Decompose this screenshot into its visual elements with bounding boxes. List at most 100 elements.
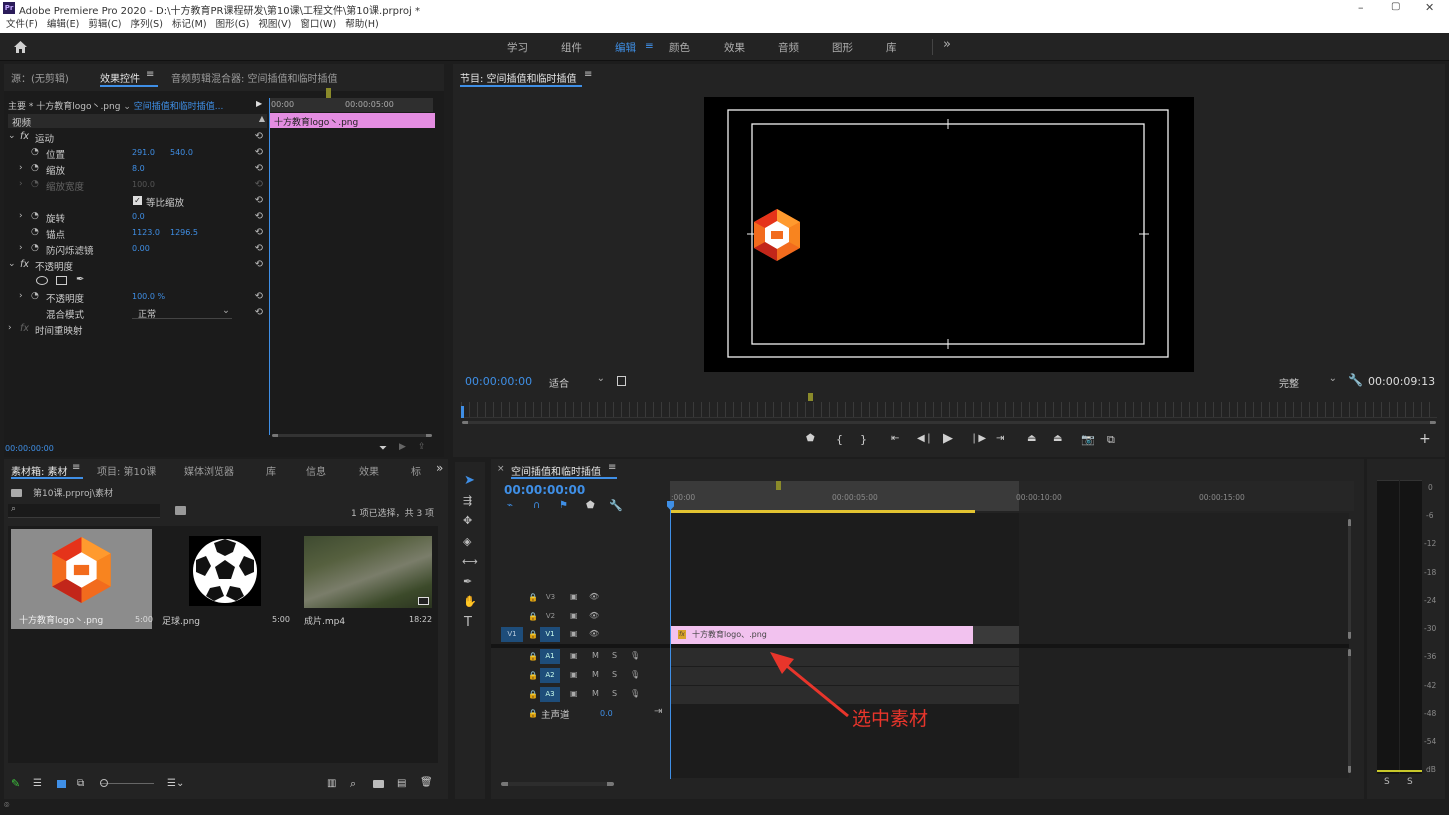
stopwatch-icon[interactable]: ◔ xyxy=(31,163,39,173)
menu-marker[interactable]: 标记(M) xyxy=(172,17,207,33)
menu-sequence[interactable]: 序列(S) xyxy=(130,17,162,33)
lock-icon[interactable]: 🔒 xyxy=(528,630,538,639)
solo-button[interactable]: S xyxy=(612,689,617,698)
tab-effect-controls[interactable]: 效果控件 xyxy=(100,70,140,85)
go-to-in-icon[interactable]: ⇤ xyxy=(891,433,899,444)
program-menu-icon[interactable]: ≡ xyxy=(584,69,592,80)
marker-icon[interactable]: ⬟ xyxy=(586,500,595,511)
expand-time-remap-icon[interactable]: › xyxy=(8,323,12,333)
workspace-graphics[interactable]: 图形 xyxy=(832,40,853,55)
menu-edit[interactable]: 编辑(E) xyxy=(47,17,79,33)
play-only-icon[interactable]: ▶ xyxy=(256,99,262,108)
tab-effect-controls-menu-icon[interactable]: ≡ xyxy=(146,69,154,80)
lift-icon[interactable]: ⏏ xyxy=(1027,433,1036,444)
sync-lock-icon[interactable]: ▣ xyxy=(570,689,578,698)
timeline-timecode[interactable]: 00:00:00:00 xyxy=(504,483,585,497)
mic-icon[interactable]: 🎙 xyxy=(630,670,640,679)
program-monitor-title[interactable]: 节目: 空间插值和临时插值 xyxy=(460,70,577,85)
reset-position-icon[interactable]: ⟲ xyxy=(255,147,263,158)
hand-tool-icon[interactable]: ✋ xyxy=(463,595,477,608)
extract-icon[interactable]: ⏏ xyxy=(1053,433,1062,444)
mute-button[interactable]: M xyxy=(592,689,599,698)
timeline-vertical-scroll[interactable] xyxy=(1348,519,1351,639)
mute-button[interactable]: M xyxy=(592,651,599,660)
tab-info[interactable]: 信息 xyxy=(306,463,326,478)
find-icon[interactable]: ⌕ xyxy=(350,777,356,791)
step-back-icon[interactable]: ◀❘ xyxy=(917,433,933,444)
lock-icon[interactable]: 🔒 xyxy=(528,709,538,718)
mic-icon[interactable]: 🎙 xyxy=(630,651,640,660)
sequence-menu-icon[interactable]: ≡ xyxy=(608,462,616,473)
maximize-button[interactable]: ▢ xyxy=(1391,1,1400,12)
new-search-bin-icon[interactable] xyxy=(175,506,186,515)
workspace-editing[interactable]: 编辑 xyxy=(615,40,636,55)
reset-motion-icon[interactable]: ⟲ xyxy=(255,131,263,142)
pencil-icon[interactable]: ✎ xyxy=(11,777,20,790)
solo-right-button[interactable]: S xyxy=(1407,777,1413,787)
menu-help[interactable]: 帮助(H) xyxy=(345,17,379,33)
lock-icon[interactable]: 🔒 xyxy=(528,671,538,680)
expand-opacity-icon[interactable]: ⌄ xyxy=(8,259,16,269)
automate-to-sequence-icon[interactable]: ▥ xyxy=(327,778,336,789)
program-time-ruler[interactable] xyxy=(461,402,1437,418)
sync-lock-icon[interactable]: ▣ xyxy=(570,670,578,679)
wrench-icon[interactable]: 🔧 xyxy=(1348,373,1363,387)
opacity-value[interactable]: 100.0 % xyxy=(132,292,165,301)
tab-markers[interactable]: 标 xyxy=(411,463,421,478)
trash-icon[interactable]: 🗑 xyxy=(420,777,433,788)
razor-tool-icon[interactable]: ◈ xyxy=(463,535,471,548)
expand-motion-icon[interactable]: ⌄ xyxy=(8,131,16,141)
reset-antiflicker-icon[interactable]: ⟲ xyxy=(255,243,263,254)
new-bin-icon[interactable] xyxy=(373,780,384,788)
type-tool-icon[interactable]: T xyxy=(464,615,472,630)
lock-icon[interactable]: 🔒 xyxy=(528,612,538,621)
stopwatch-icon[interactable]: ◔ xyxy=(31,243,39,253)
sync-lock-icon[interactable]: ▣ xyxy=(570,651,578,660)
lock-icon[interactable]: 🔒 xyxy=(528,652,538,661)
reset-uniform-icon[interactable]: ⟲ xyxy=(255,195,263,206)
pen-tool-icon[interactable]: ✒ xyxy=(463,575,472,588)
logo-image[interactable] xyxy=(753,209,801,261)
tab-bin[interactable]: 素材箱: 素材 xyxy=(11,463,68,478)
project-item-logo[interactable]: 十方教育logo丶.png 5:00 xyxy=(11,529,153,629)
reset-rotation-icon[interactable]: ⟲ xyxy=(255,211,263,222)
go-to-out-icon[interactable]: ⇥ xyxy=(996,433,1004,444)
master-clip-name[interactable]: 主要 * 十方教育logo丶.png xyxy=(8,102,120,112)
tab-audio-mixer[interactable]: 音频剪辑混合器: 空间插值和临时插值 xyxy=(171,70,338,85)
settings-fit-icon[interactable] xyxy=(617,376,626,386)
sync-lock-icon[interactable]: ▣ xyxy=(570,592,578,601)
menu-clip[interactable]: 剪辑(C) xyxy=(88,17,121,33)
mini-timeline-scroll[interactable] xyxy=(272,434,432,437)
uniform-scale-checkbox[interactable]: ✓ xyxy=(133,196,142,205)
reset-scale-icon[interactable]: ⟲ xyxy=(255,163,263,174)
sequence-clip-name[interactable]: 空间插值和临时插值... xyxy=(134,102,224,112)
fx-icon[interactable]: fx xyxy=(20,131,29,142)
solo-button[interactable]: S xyxy=(612,670,617,679)
rectangle-mask-icon[interactable] xyxy=(56,276,67,285)
menu-file[interactable]: 文件(F) xyxy=(6,17,38,33)
add-marker-icon[interactable]: ⬟ xyxy=(806,433,815,444)
timeline-settings-icon[interactable]: 🔧 xyxy=(609,499,623,512)
expand-antiflicker-icon[interactable]: › xyxy=(19,243,23,253)
track-label[interactable]: V2 xyxy=(544,612,557,620)
export-frame-icon[interactable]: 📷 xyxy=(1081,433,1095,446)
solo-button[interactable]: S xyxy=(612,651,617,660)
menu-window[interactable]: 窗口(W) xyxy=(300,17,336,33)
sort-icon[interactable]: ☰⌄ xyxy=(167,778,184,789)
source-patch-v1[interactable]: V1 xyxy=(501,627,523,642)
track-label[interactable]: A3 xyxy=(540,687,560,702)
quality-dropdown[interactable]: 完整 ⌄ xyxy=(1279,373,1337,390)
stopwatch-icon[interactable]: ◔ xyxy=(31,147,39,157)
timeline-horizontal-scroll[interactable] xyxy=(501,782,614,786)
workspace-effects[interactable]: 效果 xyxy=(724,40,745,55)
blend-mode-dropdown[interactable]: 正常 ⌄ xyxy=(132,305,232,320)
track-label[interactable]: A1 xyxy=(540,649,560,664)
tab-source[interactable]: 源：(无剪辑) xyxy=(11,70,69,85)
pen-mask-icon[interactable]: ✒ xyxy=(76,274,84,285)
mark-out-icon[interactable]: } xyxy=(860,433,867,446)
sync-lock-icon[interactable]: ▣ xyxy=(570,611,578,620)
track-label[interactable]: V1 xyxy=(540,627,560,642)
scroll-up-icon[interactable]: ▲ xyxy=(259,114,265,123)
zoom-dropdown[interactable]: 适合 ⌄ xyxy=(549,373,605,390)
lock-icon[interactable]: 🔒 xyxy=(528,593,538,602)
